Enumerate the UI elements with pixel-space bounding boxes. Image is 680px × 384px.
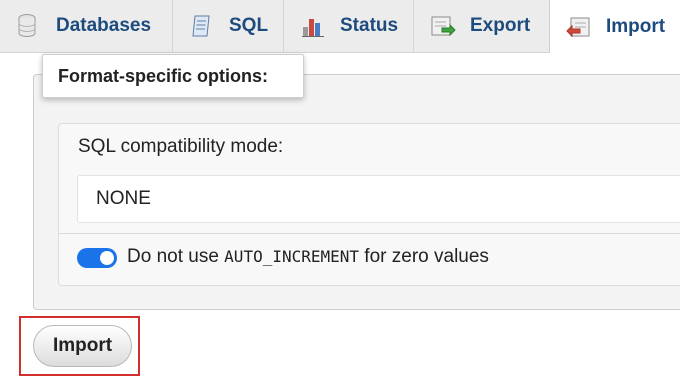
compat-mode-label: SQL compatibility mode:: [78, 136, 284, 157]
export-icon: [430, 13, 456, 39]
divider: [59, 233, 680, 234]
tab-databases[interactable]: Databases: [0, 0, 172, 52]
auto-increment-code: AUTO_INCREMENT: [224, 247, 360, 266]
compat-mode-value: NONE: [96, 188, 151, 209]
toggle-knob: [100, 251, 114, 265]
sql-icon: [189, 13, 215, 39]
tab-sql[interactable]: SQL: [172, 0, 283, 52]
status-chart-icon: [300, 13, 326, 39]
import-icon: [566, 14, 592, 40]
format-options-tooltip: Format-specific options:: [42, 54, 304, 98]
auto-increment-label: Do not use AUTO_INCREMENT for zero value…: [127, 246, 489, 268]
tab-export[interactable]: Export: [413, 0, 549, 52]
tab-status[interactable]: Status: [283, 0, 413, 52]
tab-export-label: Export: [470, 15, 531, 36]
compat-mode-select[interactable]: NONE: [77, 175, 680, 223]
database-icon: [16, 13, 42, 39]
auto-increment-suffix: for zero values: [359, 246, 489, 267]
auto-increment-toggle[interactable]: [77, 248, 117, 268]
tab-status-label: Status: [340, 15, 399, 36]
import-button-label: Import: [52, 335, 113, 356]
auto-increment-prefix: Do not use: [127, 246, 225, 267]
tab-databases-label: Databases: [56, 15, 152, 36]
import-button[interactable]: Import: [33, 325, 132, 367]
tab-import-label: Import: [606, 15, 666, 37]
tab-bar: Databases SQL Status Export Import: [0, 0, 680, 53]
tab-sql-label: SQL: [229, 15, 269, 36]
tab-import[interactable]: Import: [549, 0, 680, 53]
